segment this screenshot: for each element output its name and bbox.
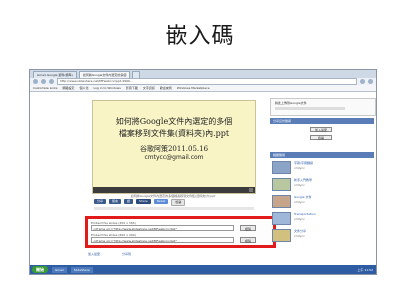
report-button[interactable]: 檢舉	[171, 199, 186, 206]
related-title[interactable]: 文件分享	[294, 229, 306, 233]
share-to-link[interactable]: 分享到	[122, 252, 131, 256]
related-author: cmtycc	[294, 200, 305, 204]
right-panel: 將此上傳到Google文件 分享這份簡報 加入最愛 檢舉 相關簡報 字幕/字幕翻…	[270, 92, 376, 265]
start-button[interactable]: 開始	[32, 266, 48, 273]
copy-embed-button-2[interactable]: 複製	[240, 237, 256, 243]
share-buttons: 分享 留言 讚 Share Tweet 檢舉	[94, 199, 186, 206]
report-side-button[interactable]: 檢舉	[310, 135, 332, 140]
thumbnail	[272, 195, 291, 208]
list-item[interactable]: 字幕/字幕翻譯 cmtycc	[272, 160, 374, 175]
clock: 上午 11:52	[357, 267, 373, 272]
bookmark-item[interactable]: 個人化	[79, 86, 88, 90]
related-title[interactable]: Transportation	[294, 212, 316, 216]
add-favorite-button[interactable]: 加入最愛	[310, 127, 332, 132]
comment-button[interactable]: 留言	[109, 199, 122, 204]
list-item[interactable]: Transportation cmtycc	[272, 211, 374, 226]
share-button[interactable]: 分享	[94, 199, 107, 204]
favorite-link[interactable]: 加入最愛	[88, 252, 100, 256]
related-author: cmtycc	[294, 183, 305, 187]
browser-screenshot: Gmail-Google 郵件(標準) 如何將Google文件內選定的多個 ht…	[29, 69, 377, 275]
wrench-icon[interactable]	[368, 79, 373, 84]
taskbar-item[interactable]: SlideShare	[70, 266, 93, 273]
preview-title-line-1: 如何將Google文件內選定的多個	[115, 117, 233, 126]
embed-code-field-1[interactable]: <iframe src="http://www.slideshare.net/M…	[91, 225, 234, 231]
related-author: cmtycc	[294, 166, 305, 170]
forward-icon[interactable]	[41, 79, 46, 84]
tab-gmail[interactable]: Gmail-Google 郵件(標準)	[33, 71, 77, 78]
related-title[interactable]: 字幕/字幕翻譯	[294, 161, 313, 165]
list-item[interactable]: 新手入門教學 cmtycc	[272, 177, 374, 192]
player-controls[interactable]	[93, 187, 255, 193]
thumbnail	[272, 178, 291, 191]
slide-title: 嵌入碼	[165, 24, 235, 49]
star-icon[interactable]	[360, 79, 365, 84]
reload-icon[interactable]	[49, 79, 54, 84]
list-item[interactable]: 文件分享 cmtycc	[272, 228, 374, 243]
related-title[interactable]: Google 文件	[294, 195, 312, 199]
meta-divider	[94, 207, 254, 210]
related-title[interactable]: 新手入門教學	[294, 178, 312, 182]
upload-link[interactable]: 將此上傳到Google文件	[275, 101, 307, 105]
bookmarks-bar: Customize Links 網路設定 個人化 Log in to Windo…	[30, 85, 376, 92]
related-author: cmtycc	[294, 234, 305, 238]
preview-title-line-2: 檔案移到文件集(資料夾)內.ppt	[118, 129, 230, 138]
presentation-caption: 如何將Google文件內選定的多個檔案移到文件集(資料夾)內.ppt	[130, 194, 216, 198]
taskbar: 開始 Gmail SlideShare 上午 11:52	[30, 265, 376, 274]
bookmark-item[interactable]: 歡迎來到	[160, 86, 172, 90]
copy-embed-button-1[interactable]: 複製	[240, 225, 256, 231]
fullscreen-icon[interactable]	[249, 188, 253, 192]
thumbnail	[272, 161, 291, 174]
address-bar[interactable]: http://www.slideshare.net/MFwebcnc/ppt-4…	[57, 78, 357, 85]
bookmark-item[interactable]: 影音下載	[126, 86, 138, 90]
preview-email: cmtycc@gmail.com	[144, 154, 204, 161]
share-section-header: 分享這份簡報	[270, 118, 374, 124]
thumbnail	[272, 229, 291, 242]
like-button[interactable]: 讚	[124, 199, 134, 204]
bookmark-item[interactable]: Customize Links	[33, 86, 57, 90]
slide-preview[interactable]: 如何將Google文件內選定的多個 檔案移到文件集(資料夾)內.ppt 谷歌阿策…	[92, 100, 256, 194]
facebook-share-button[interactable]: Share	[136, 199, 151, 204]
new-tab-button[interactable]	[132, 71, 141, 78]
upload-box: 將此上傳到Google文件	[270, 98, 376, 116]
upload-line	[275, 107, 345, 110]
embed-code-field-2[interactable]: <iframe src="http://www.slideshare.net/M…	[91, 237, 234, 243]
back-icon[interactable]	[33, 79, 38, 84]
preview-author: 谷歌阿策2011.05.16	[139, 145, 209, 153]
bookmark-item[interactable]: 文字資訊	[143, 86, 155, 90]
embed-code-box: Embed this slides (450 x 365) <iframe sr…	[85, 216, 276, 248]
tab-strip: Gmail-Google 郵件(標準) 如何將Google文件內選定的多個	[30, 70, 376, 78]
taskbar-item[interactable]: Gmail	[52, 266, 67, 273]
bookmark-item[interactable]: 網路設定	[62, 86, 74, 90]
toolbar: http://www.slideshare.net/MFwebcnc/ppt-4…	[30, 78, 376, 85]
page-content: 如何將Google文件內選定的多個 檔案移到文件集(資料夾)內.ppt 谷歌阿策…	[30, 92, 376, 265]
tab-slideshare[interactable]: 如何將Google文件內選定的多個	[78, 71, 131, 78]
tweet-button[interactable]: Tweet	[153, 199, 169, 204]
thumbnail	[272, 212, 291, 225]
related-section-header: 相關簡報	[270, 152, 374, 158]
list-item[interactable]: Google 文件 cmtycc	[272, 194, 374, 209]
related-author: cmtycc	[294, 217, 305, 221]
bookmark-item[interactable]: Log in to Windows	[93, 86, 120, 90]
bookmark-item[interactable]: Windows Marketplace	[177, 86, 210, 90]
